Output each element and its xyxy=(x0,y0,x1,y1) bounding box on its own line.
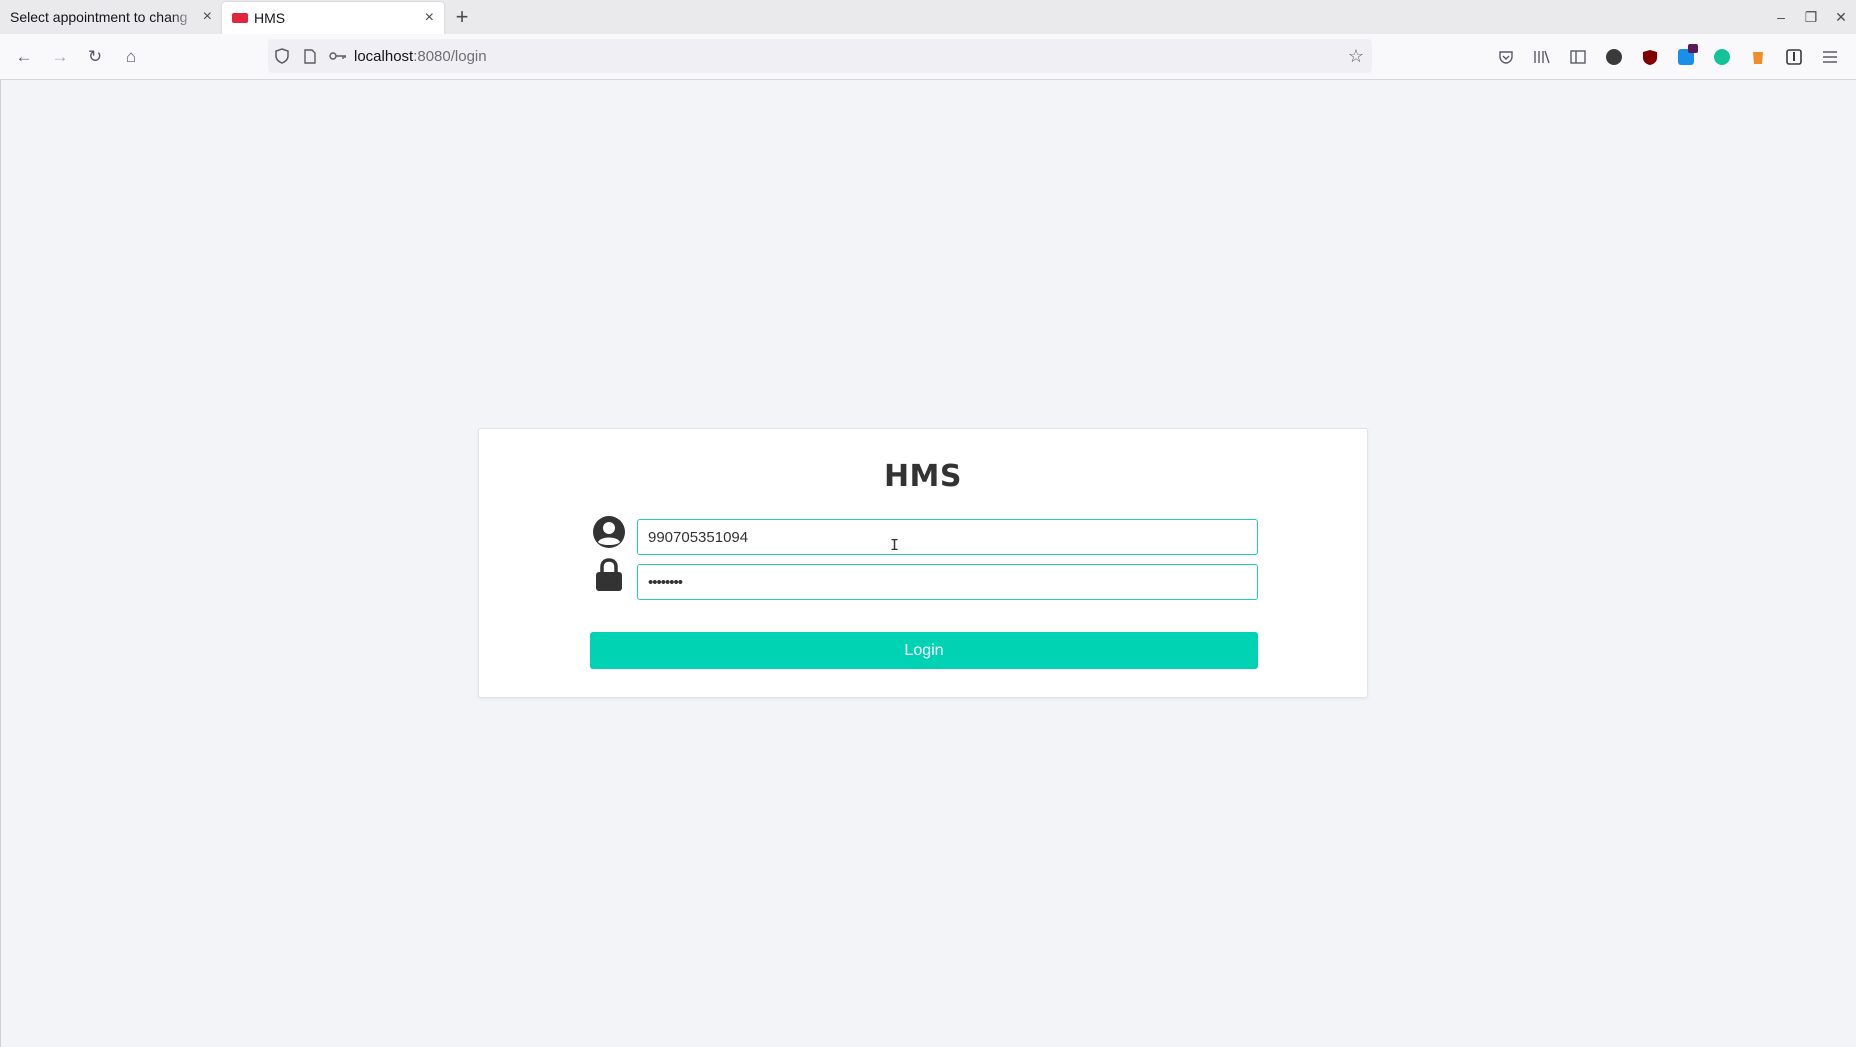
home-icon[interactable]: ⌂ xyxy=(118,44,144,70)
reload-icon[interactable]: ↻ xyxy=(82,44,108,70)
username-input[interactable] xyxy=(637,519,1258,555)
key-icon[interactable] xyxy=(324,51,352,61)
restore-icon[interactable]: ❐ xyxy=(1796,9,1826,26)
close-tab-icon[interactable]: × xyxy=(203,9,212,25)
text-cursor-icon: I xyxy=(890,537,899,553)
shield-icon[interactable] xyxy=(268,48,296,64)
grammarly-icon[interactable] xyxy=(1704,42,1740,72)
close-window-icon[interactable]: ✕ xyxy=(1826,9,1856,26)
page-icon[interactable] xyxy=(296,48,324,64)
window-controls: – ❐ ✕ xyxy=(1766,0,1856,34)
user-circle-icon xyxy=(592,515,626,549)
tab-select-appointment[interactable]: Select appointment to chang × xyxy=(0,0,222,34)
forward-icon[interactable]: → xyxy=(47,44,73,70)
extension-t-icon[interactable] xyxy=(1596,42,1632,72)
back-icon[interactable]: ← xyxy=(11,44,37,70)
bookmark-star-icon[interactable]: ☆ xyxy=(1348,46,1364,67)
login-title: HMS xyxy=(883,459,963,494)
menu-icon[interactable] xyxy=(1812,42,1848,72)
extension-orange-icon[interactable] xyxy=(1740,42,1776,72)
pocket-icon[interactable] xyxy=(1488,42,1524,72)
navigation-toolbar: ← → ↻ ⌂ localhost:8080/login ☆ xyxy=(0,34,1856,80)
login-button[interactable]: Login xyxy=(590,632,1258,669)
tab-strip: Select appointment to chang × HMS × + – … xyxy=(0,0,1856,34)
bitwarden-icon[interactable] xyxy=(1776,42,1812,72)
page-body: HMS Login xyxy=(0,80,1856,1047)
ublock-icon[interactable] xyxy=(1632,42,1668,72)
tab-hms[interactable]: HMS × xyxy=(222,2,444,34)
url-bar[interactable]: localhost:8080/login ☆ xyxy=(268,39,1372,73)
library-icon[interactable] xyxy=(1524,42,1560,72)
close-tab-icon[interactable]: × xyxy=(425,10,434,26)
sidebar-icon[interactable] xyxy=(1560,42,1596,72)
extension-badge-icon[interactable] xyxy=(1668,42,1704,72)
new-tab-button[interactable]: + xyxy=(444,0,480,34)
tab-title: HMS xyxy=(254,10,286,26)
lock-icon xyxy=(592,558,626,592)
minimize-icon[interactable]: – xyxy=(1766,9,1796,25)
login-card: HMS Login xyxy=(478,428,1368,698)
toolbar-icons xyxy=(1488,42,1848,72)
hms-favicon-icon xyxy=(232,13,248,23)
password-input[interactable] xyxy=(637,564,1258,600)
url-text[interactable]: localhost:8080/login xyxy=(354,48,487,65)
tab-title: Select appointment to chang xyxy=(10,9,188,25)
